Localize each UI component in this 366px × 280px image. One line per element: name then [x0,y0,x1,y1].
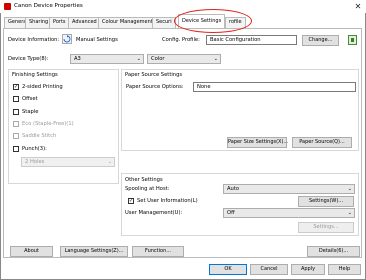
checkbox-offset[interactable] [13,96,19,102]
about-button[interactable]: About [10,246,53,257]
option-staple-label: Staple [22,109,39,115]
spooling-label: Spooling at Host: [125,186,170,192]
device-settings-panel: Device Information: Manual Settings Conf… [3,28,362,258]
device-info-label: Device Information: [8,37,60,43]
checkbox-user-info[interactable]: ✓ [128,198,134,204]
tab-strip: General Sharing Ports Advanced Colour Ma… [0,9,366,33]
window-title: Canon Device Properties [14,3,83,9]
device-model-select[interactable]: A3 ⌄ [70,54,144,64]
language-settings-button[interactable]: Language Settings(Z)... [60,246,128,257]
punch-select[interactable]: 2 Holes ⌄ [21,157,115,167]
user-info-settings-button[interactable]: Settings(W)... [298,196,354,207]
device-type-label: Device Type(8): [8,56,49,62]
tab-highlight-circle [174,9,252,33]
config-profile-field[interactable]: Basic Configuration [206,35,297,45]
option-eco-label: Eco (Staple-Free)(1) [22,121,74,127]
close-icon[interactable]: ✕ [352,1,364,12]
change-button[interactable]: Change... [302,35,339,46]
user-management-settings-button[interactable]: Settings... [298,222,354,233]
chevron-down-icon: ⌄ [136,56,141,62]
paper-source-options-label: Paper Source Options: [126,84,184,90]
function-button[interactable]: Function... [132,246,184,257]
user-management-value: Off [227,210,235,216]
chevron-down-icon: ⌄ [347,186,352,192]
title-bar: Canon Device Properties ✕ [0,0,366,13]
chevron-down-icon: ⌄ [213,56,218,62]
user-info-label: Set User Information(L) [137,198,198,204]
option-offset-label: Offset [22,96,38,102]
checkbox-saddle-stitch[interactable] [13,133,19,139]
config-profile-label: Config. Profile: [162,37,200,43]
device-color-value: Color [151,56,165,62]
chevron-down-icon: ⌄ [107,159,112,165]
spooling-value: Auto [227,186,240,192]
tab-security[interactable]: Securi [152,17,176,28]
refresh-icon[interactable] [62,34,72,44]
apply-button[interactable]: Apply [291,264,325,275]
option-2-sided-label: 2-sided Printing [22,84,63,90]
export-icon[interactable] [348,35,357,45]
checkbox-eco[interactable] [13,121,19,127]
paper-source-title: Paper Source Settings [125,72,183,78]
checkbox-staple[interactable] [13,109,19,115]
printer-app-icon [4,3,11,10]
tab-colour-management[interactable]: Colour Management [98,17,157,28]
finishing-group: Finishing Settings ✓ 2-sided Printing Of… [8,69,119,184]
option-saddle-stitch-label: Saddle Stitch [22,133,57,139]
punch-select-value: 2 Holes [25,159,45,165]
checkbox-2-sided[interactable]: ✓ [13,84,19,90]
device-color-select[interactable]: Color ⌄ [147,54,221,64]
chevron-down-icon: ⌄ [347,210,352,216]
ok-button[interactable]: OK [209,264,247,275]
paper-source-group: Paper Source Settings Paper Source Optio… [121,69,359,151]
user-management-label: User Management(U): [125,210,183,216]
paper-source-button[interactable]: Paper Source(Q)... [292,137,352,148]
paper-source-options-field[interactable]: None [193,82,356,92]
paper-size-settings-button[interactable]: Paper Size Settings(X)... [227,137,288,148]
tab-advanced[interactable]: Advanced [68,17,101,28]
details-button[interactable]: Details(6)... [307,246,360,257]
tab-ports[interactable]: Ports [49,17,70,28]
device-model-value: A3 [74,56,81,62]
checkbox-punch[interactable] [13,146,19,152]
help-button[interactable]: Help [328,264,361,275]
other-settings-group: Other Settings Spooling at Host: Auto ⌄ … [121,173,359,236]
cancel-button[interactable]: Cancel [250,264,288,275]
other-settings-title: Other Settings [125,177,163,183]
option-punch-label: Punch(3): [22,146,47,152]
user-management-select[interactable]: Off ⌄ [223,208,355,218]
finishing-title: Finishing Settings [12,72,58,78]
device-info-value: Manual Settings [76,37,118,43]
spooling-select[interactable]: Auto ⌄ [223,184,355,194]
